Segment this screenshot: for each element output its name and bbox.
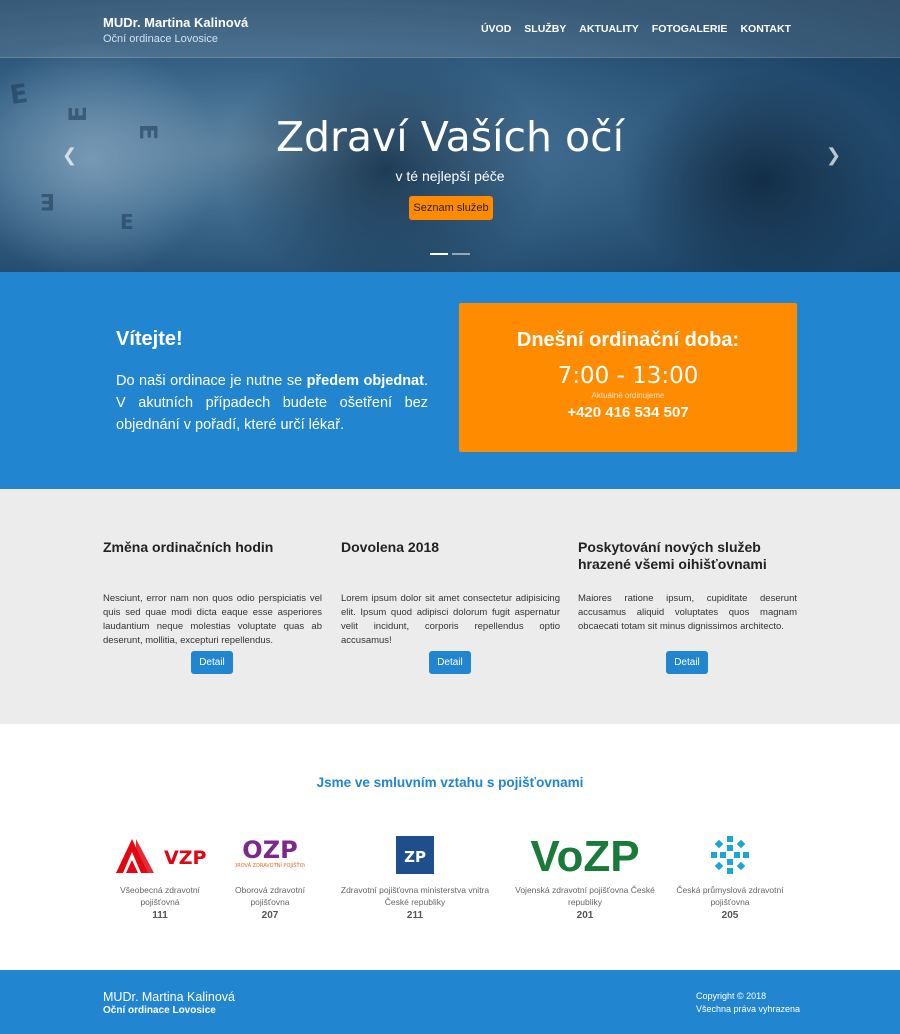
ozp-logo-subtext: OBOROVÁ ZDRAVOTNÍ POJIŠŤOVNA — [235, 861, 305, 869]
partner-code: 201 — [576, 910, 594, 921]
zpmv-logo: ZP — [340, 832, 490, 878]
insurance-title: Jsme ve smluvním vztahu s pojišťovnami — [316, 775, 584, 790]
navbar: MUDr. Martina Kalinová Oční ordinace Lov… — [0, 0, 900, 58]
news-title: Změna ordinačních hodin — [103, 539, 274, 555]
welcome-text-bold: předem objednat — [306, 373, 424, 389]
insurance-partner-ozp[interactable]: OZP OBOROVÁ ZDRAVOTNÍ POJIŠŤOVNA Oborová… — [226, 832, 314, 921]
partner-name: Všeobecná zdravotní pojišťovná — [120, 885, 200, 907]
opening-hours-box: Dnešní ordinační doba: 7:00 - 13:00 Aktu… — [459, 303, 797, 452]
nav-item-fotogalerie[interactable]: FOTOGALERIE — [652, 23, 728, 35]
carousel-indicator[interactable] — [430, 253, 448, 255]
news-section: Změna ordinačních hodin Nesciunt, error … — [0, 489, 900, 724]
footer-copyright: Copyright © 2018 Všechna práva vyhrazena — [696, 990, 800, 1016]
news-text: Maiores ratione ipsum, cupiditate deseru… — [578, 593, 797, 632]
insurance-section: Jsme ve smluvním vztahu s pojišťovnami V… — [0, 724, 900, 970]
cpzp-logo — [672, 832, 788, 878]
partner-code: 205 — [721, 910, 739, 921]
ozp-logo: OZP OBOROVÁ ZDRAVOTNÍ POJIŠŤOVNA — [226, 832, 314, 878]
partner-code: 207 — [261, 910, 279, 921]
hours-time: 7:00 - 13:00 — [557, 363, 699, 389]
vozp-logo-text: VoZP — [530, 833, 639, 877]
insurance-partner-cpzp[interactable]: Česká průmyslová zdravotní pojišťovna 20… — [672, 832, 788, 921]
vzp-logo-text: VZP — [164, 847, 206, 869]
partner-name: Vojenská zdravotní pojišťovna České repu… — [515, 885, 655, 907]
insurance-partner-vozp[interactable]: VoZP Vojenská zdravotní pojišťovna České… — [510, 832, 660, 921]
partner-name: Zdravotní pojišťovna ministerstva vnitra… — [340, 885, 490, 907]
news-article: Dovolena 2018 Lorem ipsum dolor sit amet… — [341, 539, 560, 648]
detail-button[interactable]: Detail — [429, 651, 471, 674]
news-article: Poskytování nových služeb hrazené všemi … — [578, 539, 797, 634]
news-title: Dovolena 2018 — [341, 539, 440, 555]
brand-subtitle: Oční ordinace Lovosice — [103, 33, 218, 45]
footer-brand-name: MUDr. Martina Kalinová — [103, 990, 235, 1004]
hero-title: Zdraví Vaších očí — [275, 113, 625, 161]
insurance-partner-zpmv[interactable]: ZP Zdravotní pojišťovna ministerstva vni… — [340, 832, 490, 921]
detail-button[interactable]: Detail — [191, 651, 233, 674]
news-title: Poskytování nových služeb hrazené všemi … — [578, 539, 767, 572]
rights-text: Všechna práva vyhrazena — [696, 1004, 801, 1014]
news-text: Nesciunt, error nam non quos odio perspi… — [103, 593, 322, 646]
nav-item-aktuality[interactable]: AKTUALITY — [579, 23, 639, 35]
hero-subtitle: v té nejlepší péče — [395, 168, 505, 184]
services-list-button[interactable]: Seznam služeb — [409, 196, 493, 220]
news-article: Změna ordinačních hodin Nesciunt, error … — [103, 539, 322, 648]
partner-code: 211 — [406, 910, 424, 921]
news-text: Lorem ipsum dolor sit amet consectetur a… — [341, 593, 560, 646]
footer-brand-subtitle: Oční ordinace Lovosice — [103, 1005, 216, 1016]
partner-code: 111 — [152, 910, 168, 921]
vzp-logo: VZP — [112, 832, 208, 878]
detail-button[interactable]: Detail — [666, 651, 708, 674]
phone-number[interactable]: +420 416 534 507 — [459, 404, 797, 421]
welcome-text-part: Do naši ordinace je nutne se — [116, 373, 307, 389]
welcome-section: Vítejte! Do naši ordinace je nutne se př… — [0, 272, 900, 489]
hours-title: Dnešní ordinační doba: — [516, 329, 740, 351]
insurance-partner-vzp[interactable]: VZP Všeobecná zdravotní pojišťovná 111 — [112, 832, 208, 921]
zpmv-logo-text: ZP — [404, 848, 426, 866]
partner-name: Česká průmyslová zdravotní pojišťovna — [676, 885, 784, 907]
main-nav: ÚVOD SLUŽBY AKTUALITY FOTOGALERIE KONTAK… — [481, 23, 791, 35]
footer: MUDr. Martina Kalinová Oční ordinace Lov… — [0, 970, 900, 1034]
partner-name: Oborová zdravotní pojišťovna — [235, 885, 305, 907]
nav-item-kontakt[interactable]: KONTAKT — [740, 23, 791, 35]
brand-name[interactable]: MUDr. Martina Kalinová — [103, 15, 248, 30]
hours-status-note: Aktuálně ordinujeme — [591, 391, 665, 400]
hero-carousel: E E E E E MUDr. Martina Kalinová Oční or… — [0, 0, 900, 272]
nav-item-uvod[interactable]: ÚVOD — [481, 23, 511, 35]
welcome-text: Do naši ordinace je nutne se předem obje… — [116, 370, 428, 436]
ozp-logo-text: OZP — [242, 836, 297, 864]
vozp-logo: VoZP — [510, 832, 660, 878]
carousel-indicator[interactable] — [452, 253, 470, 255]
welcome-heading: Vítejte! — [116, 328, 183, 350]
copyright-text: Copyright © 2018 — [696, 991, 767, 1001]
nav-item-sluzby[interactable]: SLUŽBY — [524, 23, 566, 35]
